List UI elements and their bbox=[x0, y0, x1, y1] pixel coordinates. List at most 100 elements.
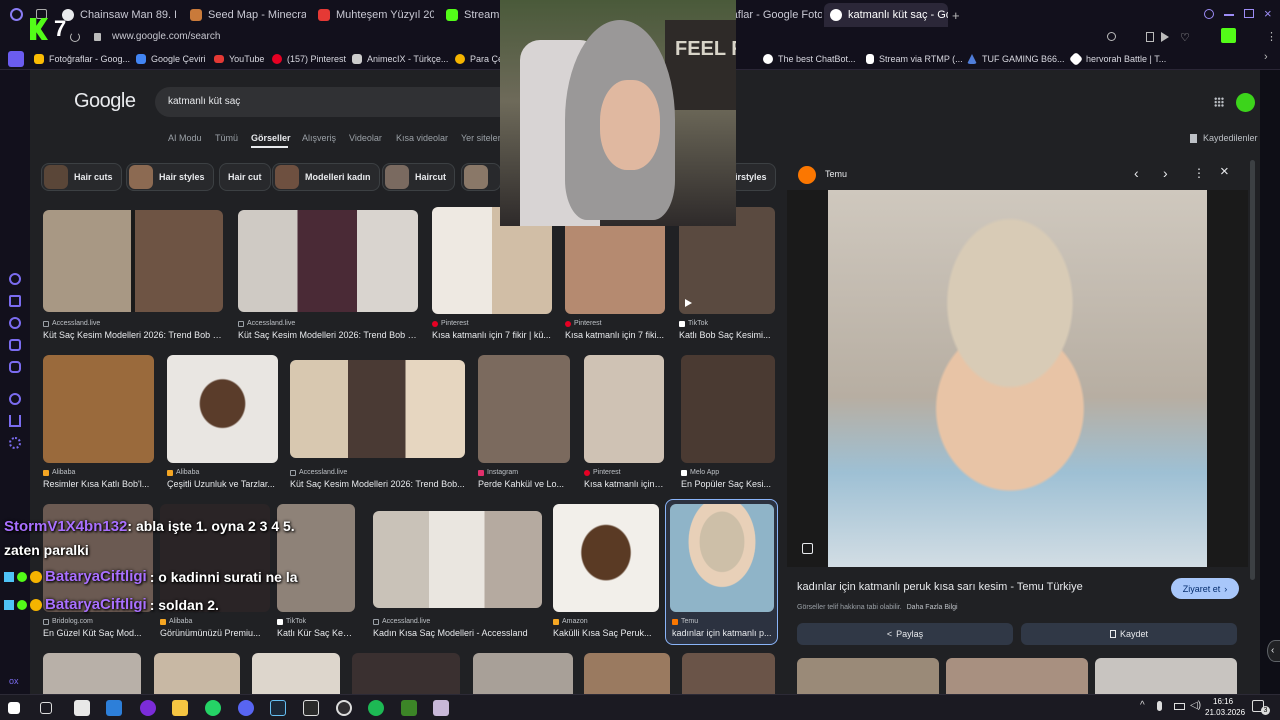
more-bookmarks-icon[interactable]: › bbox=[1264, 51, 1268, 63]
settings-icon[interactable] bbox=[9, 437, 21, 449]
tab-photos[interactable]: raflar - Google Fotoğ bbox=[722, 3, 822, 27]
obs-icon[interactable] bbox=[336, 700, 352, 716]
result-card[interactable]: Pinterest Kısa katmanlı için 7 fikir | k… bbox=[432, 207, 552, 345]
result-card[interactable]: Accessland.live Küt Saç Kesim Modelleri … bbox=[238, 210, 418, 345]
result-title[interactable]: Resimler Kısa Katlı Bob'l... bbox=[43, 479, 154, 489]
chip-hair-cuts[interactable]: Hair cuts bbox=[41, 163, 122, 191]
result-title[interactable]: Küt Saç Kesim Modelleri 2026: Trend Bob … bbox=[43, 330, 223, 340]
previous-image-button[interactable]: ‹ bbox=[1134, 165, 1139, 181]
app-icon[interactable] bbox=[433, 700, 449, 716]
tray-chevron-icon[interactable]: ^ bbox=[1140, 700, 1145, 711]
opera-gx-icon[interactable] bbox=[140, 700, 156, 716]
widgets-icon[interactable] bbox=[74, 700, 90, 716]
discord-icon[interactable] bbox=[9, 361, 21, 373]
result-image[interactable] bbox=[373, 511, 542, 608]
result-card-selected[interactable]: Temu kadınlar için katmanlı p... bbox=[665, 499, 778, 645]
preview-image[interactable] bbox=[828, 190, 1207, 567]
history-icon[interactable] bbox=[9, 393, 21, 405]
home-icon[interactable] bbox=[8, 51, 24, 67]
new-tab-button[interactable]: + bbox=[952, 8, 960, 23]
reload-icon[interactable] bbox=[70, 32, 80, 42]
steam-icon[interactable] bbox=[270, 700, 286, 716]
tab-seedmap[interactable]: Seed Map - Minecraft App bbox=[184, 3, 306, 27]
tab-all[interactable]: Tümü bbox=[215, 133, 238, 143]
twitch-icon[interactable] bbox=[9, 295, 21, 307]
search-input[interactable]: katmanlı küt saç bbox=[155, 87, 555, 117]
more-options-icon[interactable]: ⋮ bbox=[1193, 166, 1205, 180]
avatar[interactable] bbox=[1236, 93, 1255, 112]
bookmark-item[interactable]: AnimecIX - Türkçe... bbox=[352, 52, 448, 66]
start-icon[interactable] bbox=[8, 702, 20, 714]
downloads-icon[interactable] bbox=[9, 415, 21, 427]
result-card[interactable]: TikTok Katlı Bob Saç Kesimi... bbox=[679, 207, 775, 345]
maximize-button[interactable] bbox=[1244, 9, 1254, 18]
google-logo[interactable]: Google bbox=[74, 90, 136, 113]
result-title[interactable]: kadınlar için katmanlı p... bbox=[672, 628, 774, 638]
url-field[interactable]: www.google.com/search bbox=[112, 31, 220, 42]
result-image[interactable] bbox=[670, 504, 774, 612]
instagram-icon[interactable] bbox=[9, 339, 21, 351]
result-title[interactable]: Kakülli Kısa Saç Peruk... bbox=[553, 628, 659, 638]
tab-stream[interactable]: Stream - Ki bbox=[440, 3, 502, 27]
result-image[interactable] bbox=[290, 360, 465, 458]
saved-link[interactable]: Kaydedilenler bbox=[1203, 133, 1258, 143]
result-card[interactable]: Alibaba Çeşitli Uzunluk ve Tarzlar... bbox=[167, 355, 278, 490]
chip-hair-cut[interactable]: Hair cut bbox=[219, 163, 271, 191]
minecraft-icon[interactable] bbox=[401, 700, 417, 716]
whatsapp-icon[interactable] bbox=[205, 700, 221, 716]
play-icon[interactable] bbox=[1161, 32, 1169, 42]
task-view-icon[interactable] bbox=[40, 702, 52, 714]
result-card[interactable]: Alibaba Resimler Kısa Katlı Bob'l... bbox=[43, 355, 154, 490]
bookmark-icon[interactable] bbox=[1146, 32, 1154, 42]
result-title[interactable]: Görünümünüzü Premiu... bbox=[160, 628, 270, 638]
result-title[interactable]: En Güzel Küt Saç Mod... bbox=[43, 628, 153, 638]
result-image[interactable] bbox=[553, 504, 659, 612]
chip-hair-styles[interactable]: Hair styles bbox=[126, 163, 214, 191]
menu-icon[interactable]: ⋮ bbox=[1266, 30, 1277, 43]
save-button[interactable]: Kaydet bbox=[1021, 623, 1237, 645]
whatsapp-icon[interactable] bbox=[9, 317, 21, 329]
result-card[interactable]: Accessland.live Küt Saç Kesim Modelleri … bbox=[290, 360, 465, 490]
result-title[interactable]: Çeşitli Uzunluk ve Tarzlar... bbox=[167, 479, 278, 489]
result-image[interactable] bbox=[473, 653, 573, 694]
sidebar-more-icon[interactable]: ox bbox=[9, 676, 19, 686]
zoom-icon[interactable] bbox=[1107, 32, 1116, 41]
result-image[interactable] bbox=[584, 653, 670, 694]
browser-logo-icon[interactable] bbox=[10, 8, 23, 21]
clock-date[interactable]: 21.03.2026 bbox=[1205, 708, 1245, 717]
result-title[interactable]: Katlı Bob Saç Kesimi... bbox=[679, 330, 775, 340]
bookmark-item[interactable]: YouTube bbox=[214, 52, 264, 66]
related-image[interactable] bbox=[797, 658, 939, 694]
apps-grid-icon[interactable] bbox=[1214, 97, 1224, 107]
result-title[interactable]: En Popüler Saç Kesi... bbox=[681, 479, 775, 489]
result-card[interactable]: Pinterest Kısa katmanlı için 7 fiki... bbox=[565, 207, 665, 345]
preview-source[interactable]: Temu bbox=[825, 169, 847, 179]
microphone-icon[interactable] bbox=[1157, 701, 1162, 711]
visit-button[interactable]: Ziyaret et › bbox=[1171, 578, 1239, 599]
lock-icon[interactable] bbox=[94, 33, 101, 41]
result-card[interactable]: Instagram Perde Kahkül ve Lo... bbox=[478, 355, 570, 490]
chip-haircut[interactable]: Haircut bbox=[382, 163, 456, 191]
side-panel-toggle[interactable]: ‹ bbox=[1267, 640, 1280, 662]
share-button[interactable]: < Paylaş bbox=[797, 623, 1013, 645]
extension-icon[interactable] bbox=[1221, 28, 1236, 43]
close-window-button[interactable]: × bbox=[1264, 6, 1272, 21]
search-tabs-icon[interactable] bbox=[1204, 9, 1214, 19]
close-preview-button[interactable]: × bbox=[1220, 163, 1229, 180]
result-title[interactable]: Perde Kahkül ve Lo... bbox=[478, 479, 570, 489]
result-image[interactable] bbox=[167, 355, 278, 463]
tab-muhtesem[interactable]: Muhteşem Yüzyıl 20. Bölü bbox=[312, 3, 434, 27]
bookmark-item[interactable]: (157) Pinterest bbox=[272, 52, 346, 66]
result-title[interactable]: Kadın Kısa Saç Modelleri - Accessland bbox=[373, 628, 542, 638]
related-image[interactable] bbox=[1095, 658, 1237, 694]
result-image[interactable] bbox=[584, 355, 664, 463]
store-icon[interactable] bbox=[106, 700, 122, 716]
result-title[interactable]: Kısa katmanlı için ... bbox=[584, 479, 664, 489]
volume-icon[interactable]: ◁) bbox=[1190, 700, 1201, 711]
epic-games-icon[interactable] bbox=[303, 700, 319, 716]
page-scrollbar[interactable] bbox=[1250, 160, 1255, 580]
spotify-icon[interactable] bbox=[368, 700, 384, 716]
result-image[interactable] bbox=[43, 653, 141, 694]
bookmark-item[interactable]: TUF GAMING B66... bbox=[967, 52, 1065, 66]
discord-icon[interactable] bbox=[238, 700, 254, 716]
